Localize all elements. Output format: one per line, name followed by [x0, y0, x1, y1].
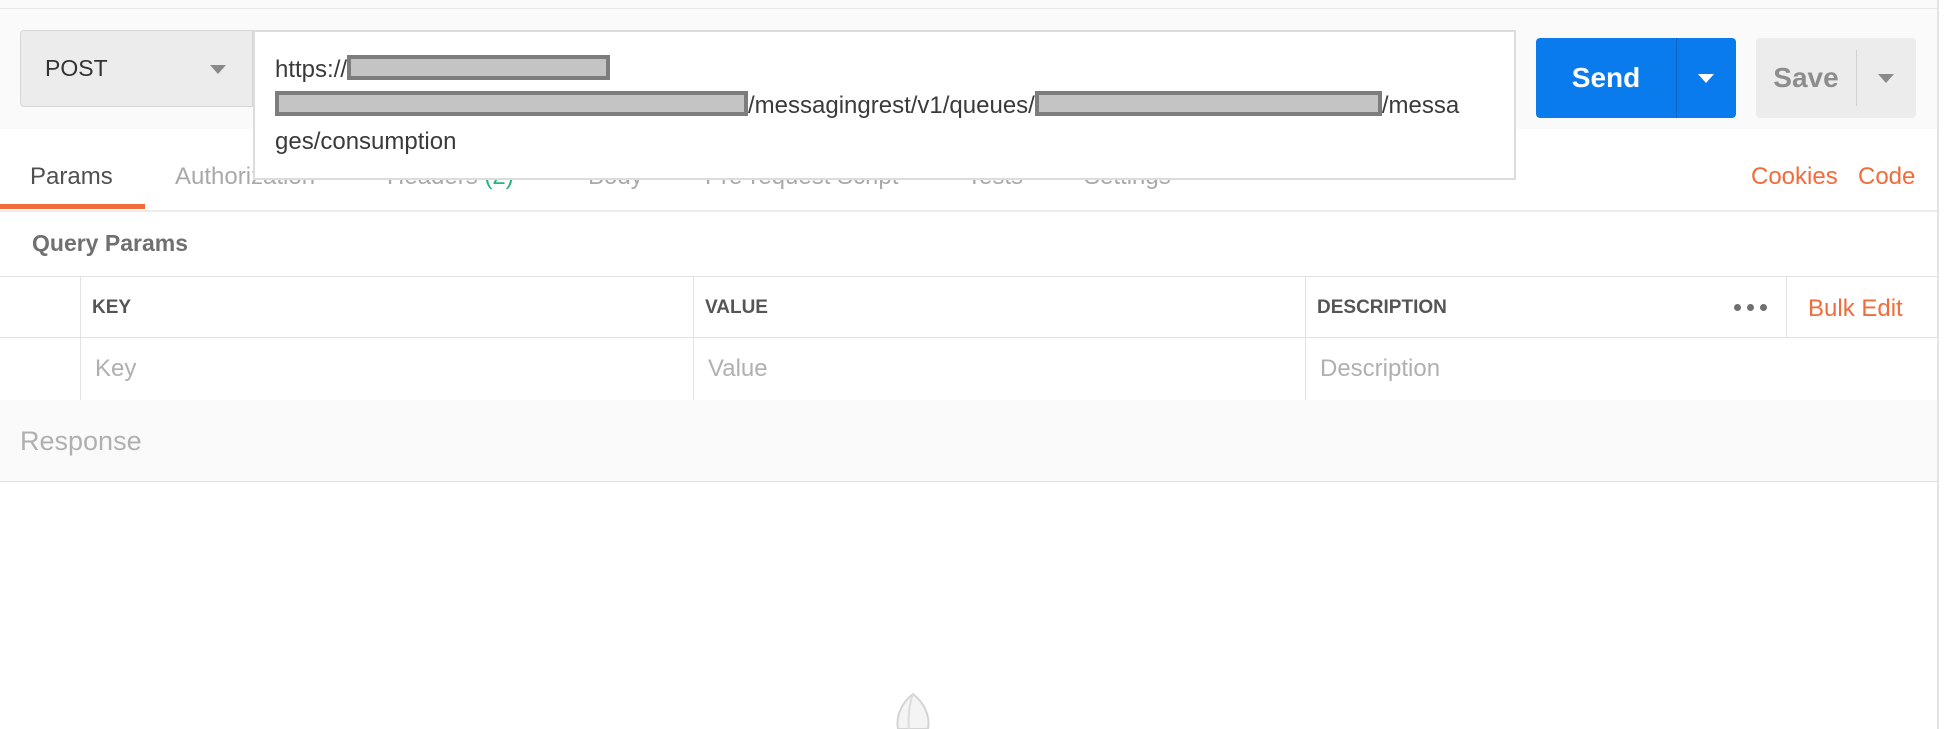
- redacted-path: [275, 91, 748, 117]
- more-options-icon[interactable]: [1714, 277, 1787, 338]
- dot: [1733, 304, 1741, 311]
- bulk-edit-link[interactable]: Bulk Edit: [1808, 277, 1903, 338]
- method-selector[interactable]: POST: [20, 30, 253, 107]
- response-section: Response: [0, 400, 1937, 482]
- cookies-link[interactable]: Cookies: [1751, 129, 1838, 208]
- table-header-row: KEY VALUE DESCRIPTION Bulk Edit: [0, 276, 1937, 338]
- url-path-end: ges/consumption: [275, 128, 457, 155]
- description-input[interactable]: Description: [1305, 338, 1937, 400]
- tab-params-label: Params: [30, 163, 113, 190]
- send-button[interactable]: Send: [1536, 38, 1676, 118]
- key-input[interactable]: Key: [80, 338, 693, 400]
- url-scheme: https://: [275, 56, 348, 83]
- top-strip: [0, 0, 1937, 9]
- url-input[interactable]: https:// /messagingrest/v1/queues//messa…: [253, 30, 1516, 180]
- response-title: Response: [20, 426, 142, 456]
- rocket-icon: [896, 692, 930, 729]
- row-checkbox-cell: [0, 338, 80, 400]
- save-options-button[interactable]: [1857, 38, 1916, 118]
- url-path-segment-2: /messa: [1381, 92, 1460, 119]
- column-header-key: KEY: [80, 277, 693, 338]
- value-input[interactable]: Value: [693, 338, 1305, 400]
- chevron-down-icon: [1878, 74, 1894, 83]
- scrollbar[interactable]: [1937, 0, 1939, 729]
- method-label: POST: [45, 55, 108, 81]
- send-button-group: Send: [1536, 38, 1736, 118]
- query-params-title: Query Params: [32, 230, 188, 256]
- column-header-value: VALUE: [693, 277, 1305, 338]
- dot: [1759, 304, 1767, 311]
- url-path-segment: /messagingrest/v1/queues/: [748, 92, 1035, 119]
- send-options-button[interactable]: [1677, 38, 1736, 118]
- table-row: Key Value Description: [0, 337, 1937, 401]
- redacted-host: [347, 55, 611, 81]
- code-link[interactable]: Code: [1858, 129, 1915, 208]
- chevron-down-icon: [210, 65, 226, 74]
- column-header-description: DESCRIPTION: [1305, 277, 1714, 338]
- url-line-3: ges/consumption: [275, 124, 1496, 160]
- chevron-down-icon: [1698, 74, 1714, 83]
- active-tab-indicator: [0, 204, 145, 209]
- redacted-queue-name: [1034, 91, 1382, 117]
- query-params-table: KEY VALUE DESCRIPTION Bulk Edit Key Valu…: [0, 276, 1937, 401]
- save-button[interactable]: Save: [1756, 38, 1856, 118]
- url-line-1: https://: [275, 52, 1496, 88]
- dot: [1746, 304, 1754, 311]
- tab-params[interactable]: Params: [30, 129, 113, 208]
- url-line-2: /messagingrest/v1/queues/ /messa: [275, 88, 1496, 124]
- save-button-group: Save: [1756, 38, 1916, 118]
